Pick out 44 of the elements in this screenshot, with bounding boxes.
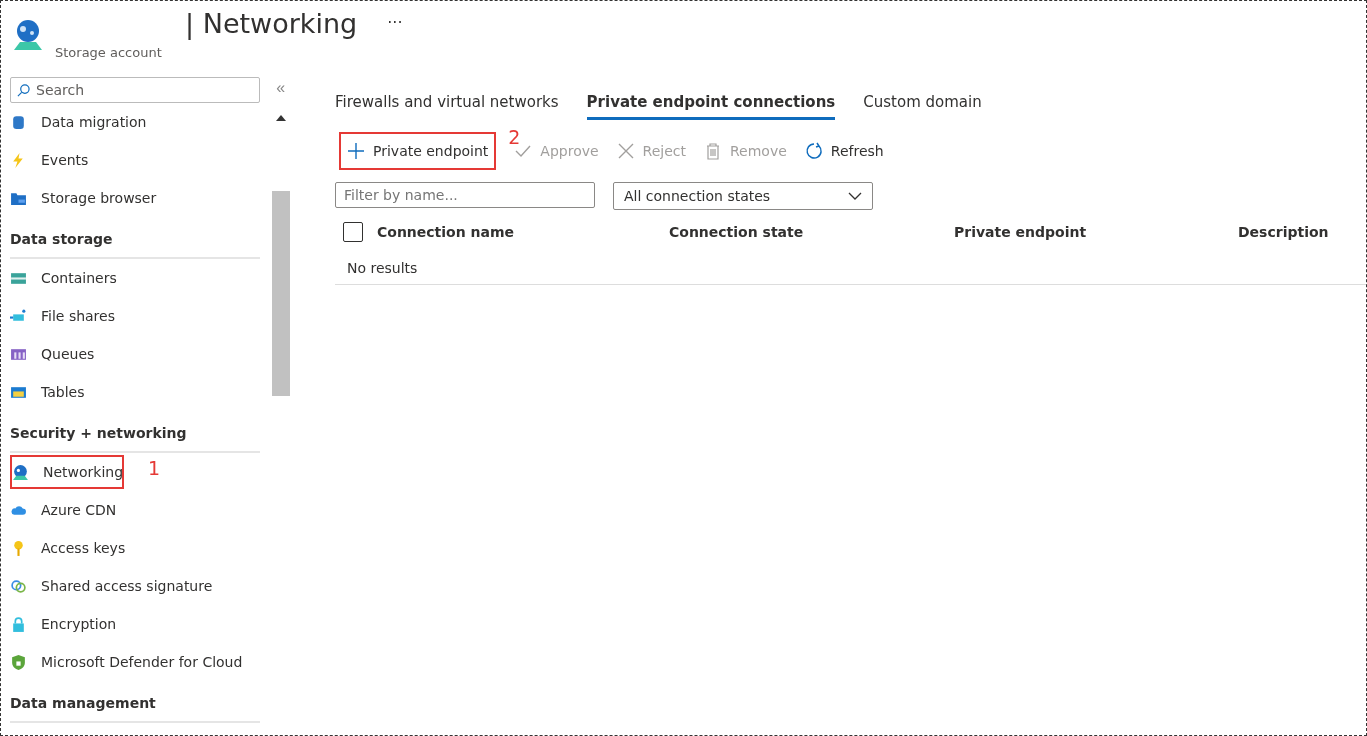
- more-options-button[interactable]: ···: [387, 13, 403, 32]
- select-all-checkbox[interactable]: [343, 222, 363, 242]
- trash-icon: [704, 142, 722, 160]
- nav-item[interactable]: File shares: [10, 297, 261, 335]
- nav-item[interactable]: Microsoft Defender for Cloud: [10, 643, 261, 681]
- search-icon: [17, 83, 30, 97]
- nav-item[interactable]: Shared access signature: [10, 567, 261, 605]
- column-header: Description: [1238, 224, 1330, 240]
- section-heading: Data management: [10, 685, 261, 723]
- callout-number: 1: [148, 457, 161, 479]
- tab[interactable]: Private endpoint connections: [586, 87, 836, 120]
- nav-item[interactable]: Storage browser: [10, 179, 261, 217]
- section-heading: Security + networking: [10, 415, 261, 453]
- tab[interactable]: Custom domain: [863, 87, 982, 120]
- column-header: Private endpoint: [954, 224, 1088, 240]
- x-icon: [616, 142, 635, 160]
- empty-message: No results: [335, 250, 1366, 285]
- nav-item[interactable]: Azure CDN: [10, 491, 261, 529]
- nav-item[interactable]: Encryption: [10, 605, 261, 643]
- globe-logo-icon: [11, 17, 45, 51]
- nav-item[interactable]: Data migration: [10, 103, 261, 141]
- filter-field[interactable]: Filter by name...: [335, 182, 595, 208]
- column-header: Connection state: [669, 224, 805, 240]
- refresh-icon: [804, 142, 823, 160]
- state-dropdown[interactable]: All connection states: [613, 182, 873, 210]
- page-title: | Networking: [185, 9, 358, 39]
- plus-icon: [347, 142, 365, 160]
- chevron-down-icon: [848, 192, 862, 200]
- networking-icon: [12, 463, 29, 481]
- scroll-up-icon[interactable]: [275, 115, 286, 121]
- section-heading: Data storage: [10, 221, 261, 259]
- nav-item[interactable]: Containers: [10, 259, 261, 297]
- scrollbar-thumb[interactable]: [271, 191, 290, 396]
- nav-item[interactable]: Access keys: [10, 529, 261, 567]
- nav-item[interactable]: Events: [10, 141, 261, 179]
- nav-item[interactable]: Tables: [10, 373, 261, 411]
- toolbar-button[interactable]: Refresh: [802, 138, 886, 164]
- column-header: Connection name: [377, 224, 515, 240]
- collapse-button[interactable]: «: [276, 79, 286, 97]
- nav-item[interactable]: Queues: [10, 335, 261, 373]
- search-field[interactable]: Search: [10, 77, 261, 103]
- callout-number: 2: [508, 126, 521, 148]
- tab[interactable]: Firewalls and virtual networks: [335, 87, 559, 120]
- resource-type-label: Storage account: [55, 45, 163, 60]
